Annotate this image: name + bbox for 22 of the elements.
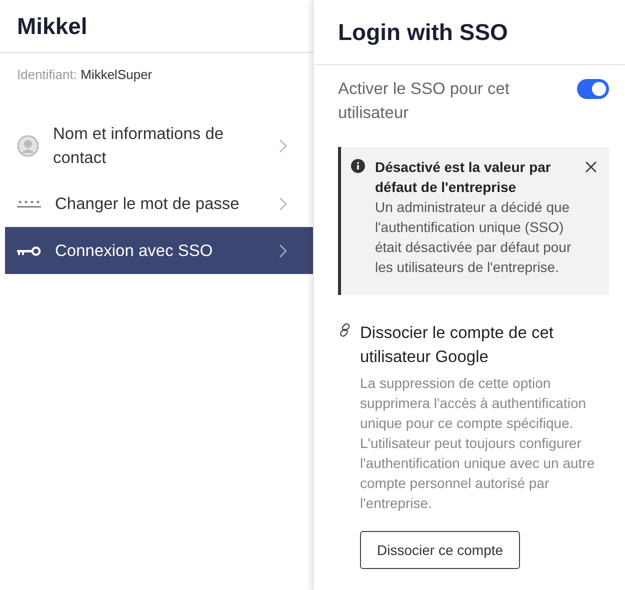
unlink-account-button[interactable]: Dissocier ce compte [360, 531, 520, 569]
close-icon[interactable] [585, 161, 597, 173]
toggle-label: Activer le SSO pour cet utilisateur [338, 79, 510, 124]
menu-item[interactable]: Connexion avec SSO [5, 227, 313, 274]
user-name: Mikkel [17, 12, 88, 40]
person-icon [17, 135, 39, 157]
section-description: La suppression de cette option supprimera l'accès à authentification unique pour ce compte spécifique. L'utilisateur peut toujours configurer l'authentification unique avec un autre compte personnel autorisé par l'entreprise. [360, 374, 596, 513]
menu-item[interactable]: Changer le mot de passe [5, 180, 313, 227]
toggle-switch[interactable] [577, 79, 609, 99]
chevron-right-icon [279, 139, 287, 153]
password-dots-icon [17, 200, 41, 208]
link-icon [338, 323, 352, 337]
notice-title: Désactivé est la valeur par défaut de l'entreprise [375, 158, 552, 197]
panel-title: Login with SSO [338, 18, 508, 46]
chevron-right-icon [279, 244, 287, 258]
identifier-text: Identifiant: MikkelSuper [17, 67, 154, 82]
section-title: Dissocier le compte de cet utilisateur Google [360, 323, 554, 368]
notice-text: Un administrateur a décidé que l'authentification unique (SSO) était désactivée par défaut pour les utilisateurs de l'entreprise. [375, 198, 572, 277]
key-icon [17, 244, 41, 256]
info-icon [351, 159, 365, 173]
menu-item[interactable]: Nom et informations de contact [5, 112, 313, 180]
chevron-right-icon [279, 196, 287, 210]
